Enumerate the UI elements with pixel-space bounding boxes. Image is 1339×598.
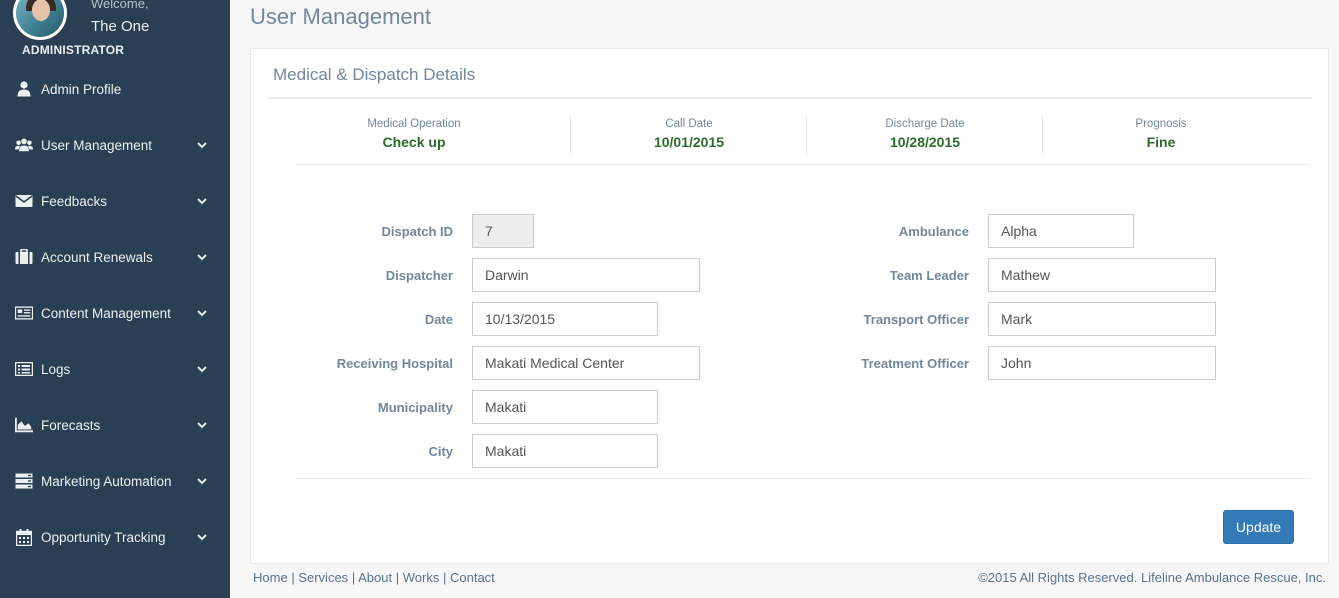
city-label: City	[428, 444, 453, 459]
stat-prognosis: Prognosis Fine	[1043, 113, 1279, 155]
dispatcher-label: Dispatcher	[385, 268, 453, 283]
copyright: ©2015 All Rights Reserved. Lifeline Ambu…	[978, 570, 1326, 585]
stat-discharge-date: Discharge Date 10/28/2015	[807, 113, 1043, 155]
dispatcher-field[interactable]	[472, 258, 700, 292]
sidebar-item-label: Opportunity Tracking	[41, 529, 166, 545]
team-leader-label: Team Leader	[889, 268, 969, 283]
footer-separator: |	[442, 570, 447, 585]
ambulance-label: Ambulance	[898, 224, 969, 239]
stat-call-date: Call Date 10/01/2015	[571, 113, 807, 155]
stat-value: 10/01/2015	[653, 134, 725, 150]
avatar[interactable]	[13, 0, 67, 40]
area-chart-icon	[15, 417, 33, 433]
transport-officer-label: Transport Officer	[863, 312, 969, 327]
chevron-down-icon	[197, 366, 207, 373]
team-leader-field[interactable]	[988, 258, 1216, 292]
stat-label: Medical Operation	[367, 118, 461, 130]
sidebar-item-label: Feedbacks	[41, 193, 108, 209]
municipality-label: Municipality	[377, 400, 453, 415]
city-field[interactable]	[472, 434, 658, 468]
panel-title: Medical & Dispatch Details	[273, 65, 476, 84]
stat-medical-operation: Medical Operation Check up	[296, 113, 532, 155]
username: The One	[91, 18, 150, 35]
footer-separator: |	[351, 570, 356, 585]
ambulance-field[interactable]	[988, 214, 1134, 248]
welcome-text: Welcome,	[91, 0, 149, 11]
sidebar-item-label: Forecasts	[41, 417, 101, 433]
envelope-icon	[15, 193, 33, 209]
divider	[296, 478, 1310, 479]
footer-separator: |	[395, 570, 400, 585]
stat-value: Check up	[382, 134, 446, 150]
sidebar-item-label: User Management	[41, 137, 153, 153]
stat-label: Call Date	[665, 118, 713, 130]
footer-links: Home | Services | About | Works | Contac…	[253, 570, 495, 585]
page-title: User Management	[250, 4, 431, 29]
stat-value: Fine	[1146, 134, 1176, 150]
date-label: Date	[424, 312, 453, 327]
chevron-down-icon	[197, 198, 207, 205]
chevron-down-icon	[197, 422, 207, 429]
sidebar-item-label: Admin Profile	[41, 81, 122, 97]
footer-link-contact[interactable]: Contact	[450, 570, 495, 585]
chevron-down-icon	[197, 478, 207, 485]
update-button[interactable]: Update	[1223, 510, 1294, 544]
chevron-down-icon	[197, 142, 207, 149]
sidebar-item-account-renewals[interactable]: Account Renewals	[0, 237, 230, 277]
stat-value: 10/28/2015	[889, 134, 961, 150]
dispatch-id-label: Dispatch ID	[381, 224, 453, 239]
chevron-down-icon	[197, 254, 207, 261]
sidebar-item-label: Content Management	[41, 305, 171, 321]
receiving-hospital-label: Receiving Hospital	[336, 356, 453, 371]
chevron-down-icon	[197, 310, 207, 317]
stat-label: Prognosis	[1135, 118, 1187, 130]
footer-link-works[interactable]: Works	[403, 570, 440, 585]
transport-officer-field[interactable]	[988, 302, 1216, 336]
user-role: ADMINISTRATOR	[22, 43, 125, 57]
sidebar: Welcome, The One ADMINISTRATOR Admin Pro…	[0, 0, 230, 598]
calendar-icon	[15, 528, 33, 546]
sidebar-item-marketing-automation[interactable]: Marketing Automation	[0, 461, 230, 501]
stats-row: Medical Operation Check up Call Date 10/…	[296, 113, 1310, 165]
chevron-down-icon	[197, 534, 207, 541]
sidebar-item-forecasts[interactable]: Forecasts	[0, 405, 230, 445]
sidebar-item-admin-profile[interactable]: Admin Profile	[0, 69, 230, 109]
details-panel: Medical & Dispatch Details Medical Opera…	[250, 48, 1329, 564]
newspaper-icon	[15, 305, 33, 321]
briefcase-icon	[15, 249, 33, 265]
server-icon	[15, 473, 33, 489]
date-field[interactable]	[472, 302, 658, 336]
sidebar-item-logs[interactable]: Logs	[0, 349, 230, 389]
user-icon	[15, 81, 33, 97]
footer-separator: |	[291, 570, 295, 585]
sidebar-item-feedbacks[interactable]: Feedbacks	[0, 181, 230, 221]
municipality-field[interactable]	[472, 390, 658, 424]
footer-link-about[interactable]: About	[358, 570, 392, 585]
sidebar-item-label: Marketing Automation	[41, 473, 172, 489]
dispatch-id-field	[472, 214, 534, 248]
receiving-hospital-field[interactable]	[472, 346, 700, 380]
users-icon	[15, 137, 33, 153]
sidebar-item-label: Account Renewals	[41, 249, 153, 265]
sidebar-item-label: Logs	[41, 361, 71, 377]
footer-link-services[interactable]: Services	[298, 570, 348, 585]
treatment-officer-label: Treatment Officer	[861, 356, 969, 371]
stat-label: Discharge Date	[885, 118, 965, 130]
treatment-officer-field[interactable]	[988, 346, 1216, 380]
sidebar-item-user-management[interactable]: User Management	[0, 125, 230, 165]
footer-link-home[interactable]: Home	[253, 570, 288, 585]
sidebar-item-opportunity-tracking[interactable]: Opportunity Tracking	[0, 517, 230, 557]
sidebar-item-content-management[interactable]: Content Management	[0, 293, 230, 333]
divider	[268, 97, 1312, 99]
list-icon	[15, 361, 33, 377]
scrollbar[interactable]	[1329, 48, 1339, 564]
